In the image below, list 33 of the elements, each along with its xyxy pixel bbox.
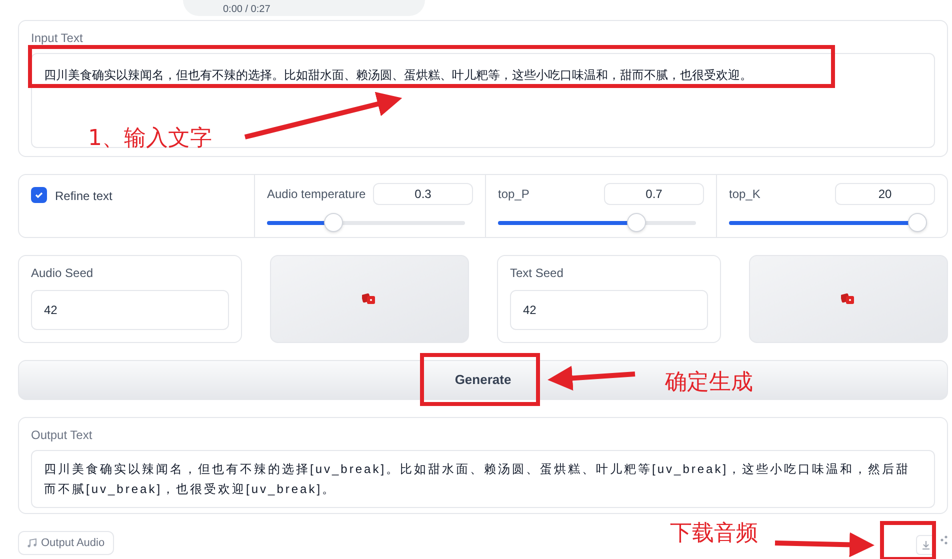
slider-label: top_P xyxy=(498,186,530,203)
audio-label: Output Audio xyxy=(41,536,105,551)
annotation-text: 1、输入文字 xyxy=(88,128,212,150)
generate-button[interactable]: Generate xyxy=(430,362,536,398)
text-area[interactable]: 四川美食确实以辣闻名，但也有不辣的选择[uv_break]。比如甜水面、赖汤圆、蛋烘糕、叶儿粑等[uv_break]，这些小吃口味温和，然后甜而不腻[uv_break]，也很受欢迎[uv_break]。 xyxy=(31,450,935,508)
highlight-frame xyxy=(880,521,936,559)
slider-label: Audio temperature xyxy=(267,186,366,203)
dice-button[interactable] xyxy=(748,255,948,343)
number-field[interactable]: 0.3 xyxy=(373,183,473,205)
number-field[interactable]: 20 xyxy=(835,183,935,205)
dice-icon xyxy=(841,293,856,305)
checkbox[interactable] xyxy=(31,187,47,203)
checkbox-label: Refine text xyxy=(55,188,112,205)
dice-button[interactable] xyxy=(270,255,469,343)
slider-thumb[interactable] xyxy=(324,213,344,232)
seed-field[interactable]: 42 xyxy=(510,290,708,330)
field-label: Input Text xyxy=(31,30,84,47)
time-label: 0:00 / 0:27 xyxy=(223,5,270,15)
slider-label: top_K xyxy=(729,186,760,203)
seed-field[interactable]: 42 xyxy=(31,290,228,330)
number-field[interactable]: 0.7 xyxy=(604,183,704,205)
seed-label: Text Seed xyxy=(510,265,564,282)
share-icon[interactable] xyxy=(940,535,948,545)
slider-thumb[interactable] xyxy=(908,213,927,232)
dice-icon xyxy=(362,293,376,305)
music-note-icon xyxy=(27,538,37,548)
annotation-text: 下载音频 xyxy=(670,523,758,545)
seed-label: Audio Seed xyxy=(31,265,94,282)
download-icon xyxy=(921,540,931,550)
slider-thumb[interactable] xyxy=(626,213,646,232)
annotation-text: 确定生成 xyxy=(665,372,753,394)
field-label: Output Text xyxy=(31,427,94,444)
check-icon xyxy=(34,190,44,200)
